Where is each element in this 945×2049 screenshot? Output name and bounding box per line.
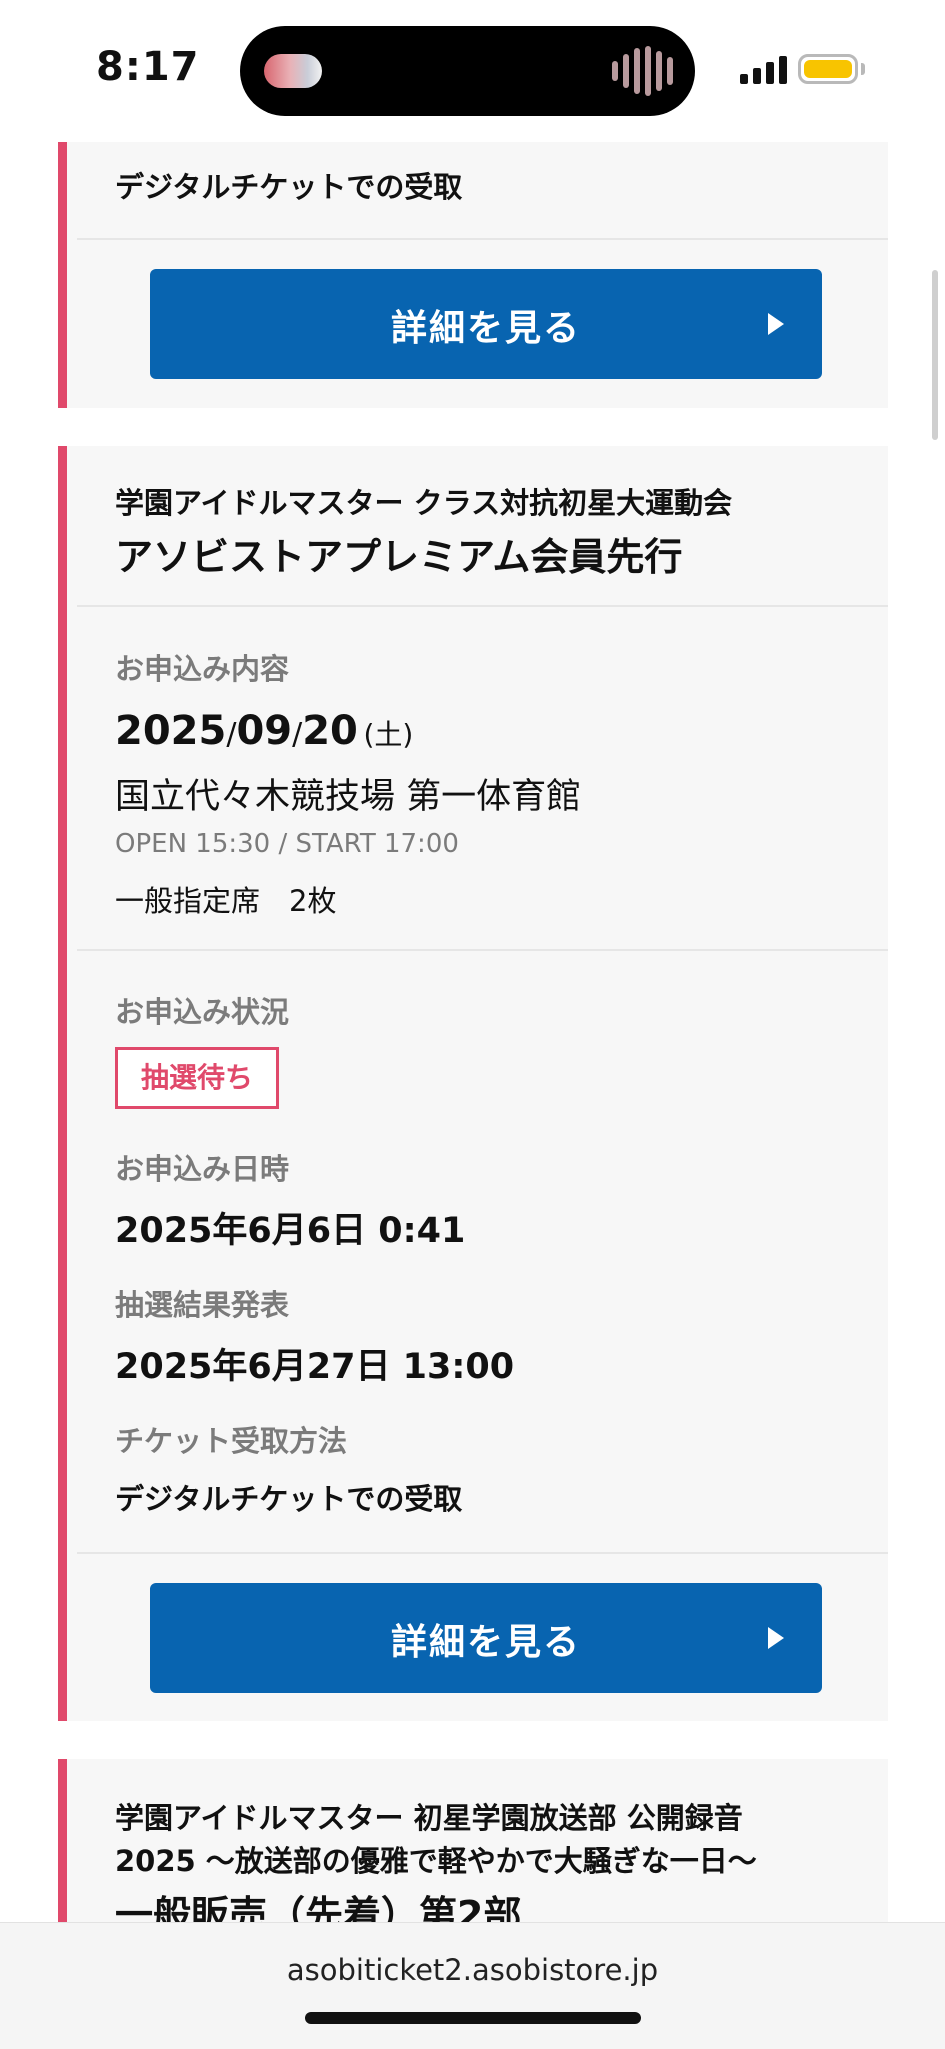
- status-bar: 8:17: [0, 0, 945, 135]
- status-time: 8:17: [96, 44, 200, 90]
- play-arrow-icon: [768, 313, 784, 335]
- application-card-previous: デジタルチケットでの受取 詳細を見る: [58, 142, 888, 408]
- ticket-method-value: デジタルチケットでの受取: [115, 170, 463, 204]
- application-date-value: 2025年6月6日 0:41: [115, 1211, 466, 1251]
- ticket-method-label: チケット受取方法: [115, 1424, 348, 1458]
- event-title: 学園アイドルマスター クラス対抗初星大運動会: [115, 486, 733, 520]
- audio-waveform-icon: [612, 46, 673, 96]
- cellular-signal-icon: [740, 54, 787, 84]
- lottery-result-value: 2025年6月27日 13:00: [115, 1347, 515, 1387]
- date-day: 20: [302, 708, 358, 754]
- divider: [77, 238, 888, 240]
- open-start-times: OPEN 15:30 / START 17:00: [115, 829, 459, 859]
- battery-icon: [798, 54, 858, 84]
- url-text: asobiticket2.asobistore.jp: [286, 1953, 659, 1987]
- divider: [77, 1552, 888, 1554]
- date-year: 2025: [115, 708, 227, 754]
- details-button-label: 詳細を見る: [390, 1622, 581, 1663]
- play-arrow-icon: [768, 1627, 784, 1649]
- event-title-line1: 学園アイドルマスター 初星学園放送部 公開録音: [115, 1801, 743, 1835]
- application-card: 学園アイドルマスター クラス対抗初星大運動会 アソビストアプレミアム会員先行 お…: [58, 446, 888, 1721]
- application-status-label: お申込み状況: [115, 995, 290, 1029]
- date-weekday: (土): [363, 718, 414, 751]
- venue: 国立代々木競技場 第一体育館: [115, 777, 582, 817]
- sale-type-title: アソビストアプレミアム会員先行: [115, 535, 683, 579]
- divider: [77, 605, 888, 607]
- application-content-label: お申込み内容: [115, 652, 290, 686]
- details-button[interactable]: 詳細を見る: [150, 269, 822, 379]
- scrollbar[interactable]: [932, 270, 938, 440]
- now-playing-artwork: [264, 54, 322, 88]
- date-separator: /: [226, 717, 237, 752]
- date-separator: /: [292, 717, 303, 752]
- performance-date: 2025/09/20 (土): [115, 708, 413, 754]
- browser-address-bar[interactable]: asobiticket2.asobistore.jp: [0, 1922, 945, 2049]
- home-indicator[interactable]: [305, 2012, 641, 2024]
- lottery-result-label: 抽選結果発表: [115, 1288, 290, 1322]
- status-badge: 抽選待ち: [115, 1047, 279, 1109]
- seat-info: 一般指定席 2枚: [115, 884, 337, 918]
- battery-tip: [861, 63, 865, 75]
- divider: [77, 949, 888, 951]
- details-button[interactable]: 詳細を見る: [150, 1583, 822, 1693]
- dynamic-island[interactable]: [240, 26, 695, 116]
- date-month: 09: [236, 708, 293, 754]
- sale-type-title: 一般販売（先着）第2部: [115, 1893, 522, 1922]
- details-button-label: 詳細を見る: [390, 308, 581, 349]
- event-title-line2: 2025 ～放送部の優雅で軽やかで大騒ぎな一日～: [115, 1844, 757, 1878]
- ticket-method-value: デジタルチケットでの受取: [115, 1482, 463, 1516]
- application-card-next: 学園アイドルマスター 初星学園放送部 公開録音 2025 ～放送部の優雅で軽やか…: [58, 1759, 888, 1922]
- application-date-label: お申込み日時: [115, 1152, 290, 1186]
